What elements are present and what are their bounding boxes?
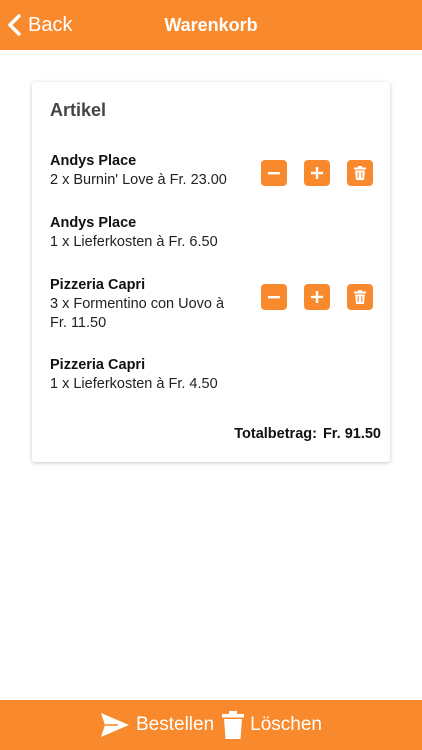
chevron-left-icon — [6, 13, 22, 37]
item-description: 1 x Lieferkosten à Fr. 4.50 — [50, 376, 218, 392]
cart-item: Andys Place 1 x Lieferkosten à Fr. 6.50 — [50, 214, 380, 252]
back-label: Back — [28, 13, 73, 36]
trash-icon — [354, 290, 366, 304]
order-label: Bestellen — [135, 714, 215, 735]
increase-quantity-button[interactable] — [304, 160, 330, 186]
decrease-quantity-button[interactable] — [261, 160, 287, 186]
item-restaurant: Pizzeria Capri — [50, 357, 146, 373]
plus-icon — [311, 167, 323, 179]
minus-icon — [268, 291, 280, 303]
item-restaurant: Andys Place — [50, 215, 137, 231]
total-amount: Fr. 91.50 — [322, 426, 381, 442]
cart-total: Totalbetrag: Fr. 91.50 — [234, 426, 381, 442]
item-description: 1 x Lieferkosten à Fr. 6.50 — [50, 234, 218, 250]
total-label: Totalbetrag: — [234, 426, 317, 442]
minus-icon — [268, 167, 280, 179]
plus-icon — [311, 291, 323, 303]
increase-quantity-button[interactable] — [304, 284, 330, 310]
trash-icon — [222, 711, 245, 739]
footer-bar: Bestellen Löschen — [0, 700, 422, 750]
remove-item-button[interactable] — [347, 284, 373, 310]
decrease-quantity-button[interactable] — [261, 284, 287, 310]
cart-item: Pizzeria Capri 3 x Formentino con Uovo à… — [50, 276, 380, 333]
cart-title: Artikel — [50, 100, 107, 120]
header-bar: Back Warenkorb — [0, 0, 422, 50]
back-button[interactable]: Back — [6, 0, 72, 50]
item-description: 3 x Formentino con Uovo à Fr. 11.50 — [50, 296, 225, 331]
cart-item: Pizzeria Capri 1 x Lieferkosten à Fr. 4.… — [50, 356, 380, 394]
send-icon — [100, 712, 130, 738]
remove-item-button[interactable] — [347, 160, 373, 186]
trash-icon — [354, 166, 366, 180]
order-button[interactable]: Bestellen — [100, 712, 214, 738]
cart-card: Artikel Andys Place 2 x Burnin' Love à F… — [32, 82, 390, 462]
delete-label: Löschen — [250, 714, 322, 735]
cart-item: Andys Place 2 x Burnin' Love à Fr. 23.00 — [50, 152, 380, 190]
item-description: 2 x Burnin' Love à Fr. 23.00 — [50, 172, 227, 188]
item-actions — [261, 160, 373, 186]
cart-screen: Back Warenkorb Artikel Andys Place 2 x B… — [0, 0, 422, 750]
clear-cart-button[interactable]: Löschen — [222, 711, 322, 739]
item-actions — [261, 284, 373, 310]
